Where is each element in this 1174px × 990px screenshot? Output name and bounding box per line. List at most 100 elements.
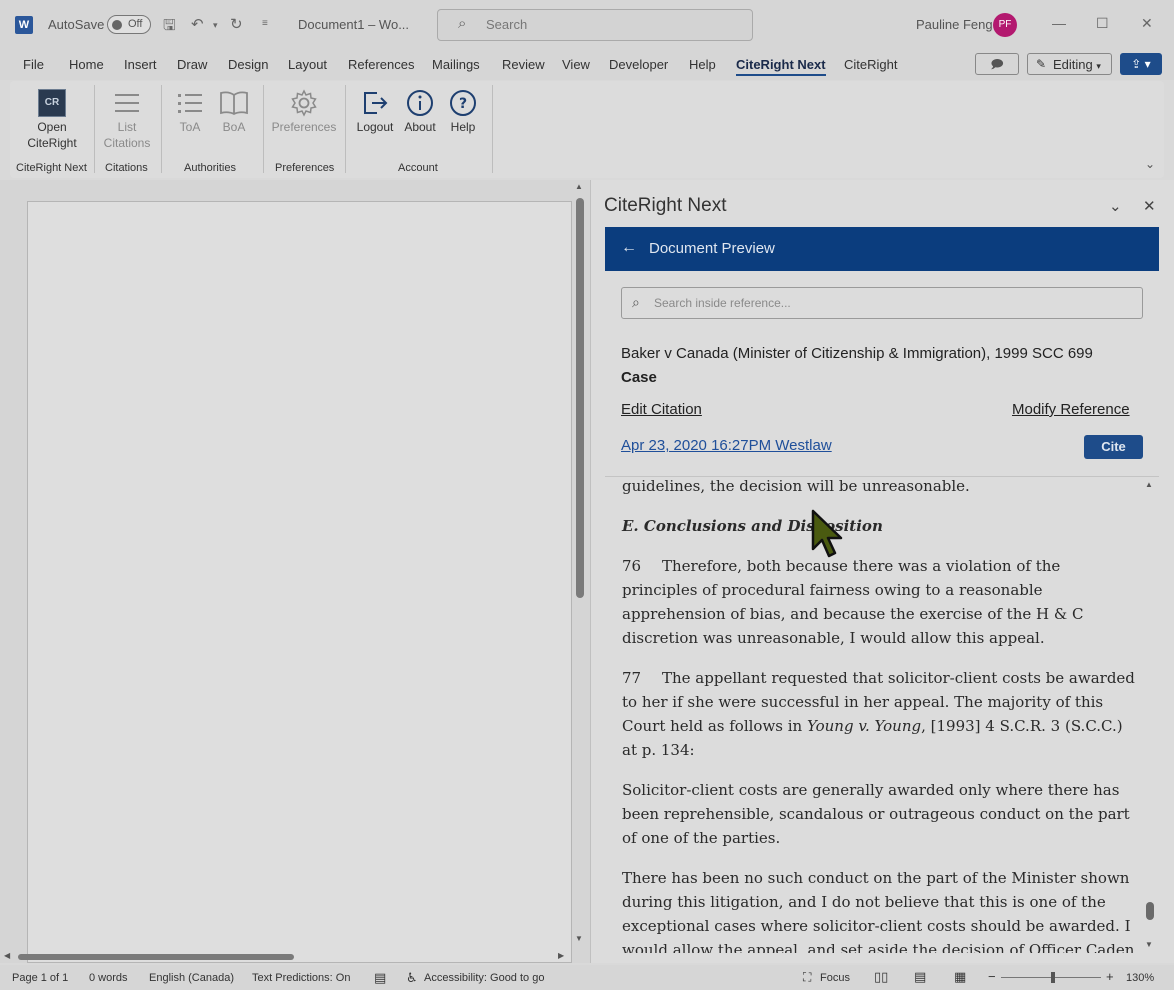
open-citeright-button[interactable]: CR Open CiteRight (16, 87, 88, 151)
tab-mailings[interactable]: Mailings (432, 57, 480, 72)
tab-citeright[interactable]: CiteRight (844, 57, 897, 72)
zoom-level[interactable]: 130% (1126, 972, 1154, 984)
zoom-out-icon[interactable]: − (988, 969, 996, 984)
document-vertical-scrollbar[interactable]: ▲ ▼ (573, 182, 587, 943)
editing-label: Editing (1053, 57, 1093, 72)
preview-paragraph-77: 77 The appellant requested that solicitor… (622, 666, 1137, 762)
print-layout-icon[interactable]: ▤ (914, 969, 926, 985)
tab-citeright-next[interactable]: CiteRight Next (736, 57, 826, 76)
tab-view[interactable]: View (562, 57, 590, 72)
comments-button[interactable]: 🗩 (975, 53, 1019, 75)
pencil-icon: ✎ (1036, 57, 1047, 71)
tab-design[interactable]: Design (228, 57, 268, 72)
track-changes-icon[interactable]: ▤ (374, 970, 386, 986)
close-icon[interactable]: ✕ (1143, 197, 1156, 215)
scroll-down-icon[interactable]: ▼ (575, 934, 583, 943)
back-arrow-icon[interactable]: ← (621, 239, 637, 257)
scroll-thumb[interactable] (576, 198, 584, 598)
accessibility-icon[interactable]: ♿ (406, 970, 418, 986)
cite-button[interactable]: Cite (1084, 435, 1143, 459)
tab-file[interactable]: File (23, 57, 44, 72)
group-separator (161, 85, 162, 173)
zoom-slider-thumb[interactable] (1051, 972, 1055, 983)
web-layout-icon[interactable]: ▦ (954, 969, 966, 985)
source-link[interactable]: Apr 23, 2020 16:27PM Westlaw (621, 437, 832, 454)
scroll-up-icon[interactable]: ▲ (1145, 480, 1153, 489)
header-title: Document Preview (649, 240, 775, 257)
tab-developer[interactable]: Developer (609, 57, 668, 72)
document-horizontal-scrollbar[interactable]: ◀ ▶ (2, 950, 572, 964)
search-placeholder: Search (486, 17, 528, 32)
scroll-left-icon[interactable]: ◀ (4, 951, 10, 960)
redo-icon[interactable]: ↻ (230, 15, 243, 33)
reference-type: Case (621, 369, 657, 386)
edit-citation-link[interactable]: Edit Citation (621, 401, 702, 418)
preview-paragraph: guidelines, the decision will be unreaso… (622, 477, 970, 495)
read-mode-icon[interactable]: ▯▯ (874, 969, 888, 985)
logout-label: Logout (356, 120, 394, 134)
language[interactable]: English (Canada) (149, 972, 234, 984)
group-label-account: Account (398, 162, 438, 174)
undo-icon[interactable]: ↶ (191, 15, 204, 33)
maximize-icon[interactable]: ☐ (1096, 15, 1109, 32)
accessibility-status[interactable]: Accessibility: Good to go (424, 972, 544, 984)
preferences-label: Preferences (271, 120, 337, 134)
help-button[interactable]: ? Help (444, 87, 482, 135)
scroll-thumb[interactable] (18, 954, 294, 960)
citeright-task-pane: CiteRight Next ⌄ ✕ ← Document Preview ⌕ … (590, 180, 1174, 963)
zoom-in-icon[interactable]: + (1106, 969, 1114, 984)
user-name[interactable]: Pauline Feng (916, 17, 993, 32)
toa-label: ToA (179, 120, 201, 134)
modify-reference-link[interactable]: Modify Reference (1012, 401, 1130, 418)
document-title[interactable]: Document1 – Wo... (298, 17, 409, 32)
undo-dropdown-icon[interactable]: ▾ (213, 20, 218, 31)
tab-insert[interactable]: Insert (124, 57, 157, 72)
toa-button[interactable]: ToA (172, 87, 208, 135)
tab-home[interactable]: Home (69, 57, 104, 72)
share-button[interactable]: ⇪ ▾ (1120, 53, 1162, 75)
search-input[interactable]: ⌕ Search (437, 9, 753, 41)
list-citations-button[interactable]: List Citations (98, 87, 156, 151)
scroll-up-icon[interactable]: ▲ (575, 182, 583, 191)
reference-search-input[interactable]: ⌕ Search inside reference... (621, 287, 1143, 319)
page-count[interactable]: Page 1 of 1 (12, 972, 68, 984)
tab-draw[interactable]: Draw (177, 57, 207, 72)
svg-text:?: ? (459, 96, 467, 112)
document-page[interactable] (27, 201, 572, 963)
tab-layout[interactable]: Layout (288, 57, 327, 72)
scroll-down-icon[interactable]: ▼ (1145, 940, 1153, 949)
close-icon[interactable]: ✕ (1141, 15, 1153, 32)
chevron-down-icon[interactable]: ⌄ (1109, 197, 1122, 215)
document-preview[interactable]: guidelines, the decision will be unreaso… (605, 476, 1159, 953)
group-label-authorities: Authorities (184, 162, 236, 174)
ribbon-collapse-icon[interactable]: ⌄ (1145, 157, 1155, 171)
logout-button[interactable]: Logout (353, 87, 397, 135)
save-icon[interactable]: 🖫 (163, 15, 176, 40)
customize-icon[interactable]: ≡ (262, 18, 268, 29)
scroll-thumb[interactable] (1146, 902, 1154, 920)
focus-label[interactable]: Focus (820, 972, 850, 984)
text-predictions[interactable]: Text Predictions: On (252, 972, 350, 984)
editing-mode-button[interactable]: ✎ Editing ▾ (1027, 53, 1112, 75)
about-button[interactable]: About (399, 87, 441, 135)
search-icon: ⌕ (632, 294, 640, 310)
boa-button[interactable]: BoA (216, 87, 252, 135)
scroll-right-icon[interactable]: ▶ (558, 951, 564, 960)
about-label: About (404, 120, 436, 134)
citeright-logo-icon: CR (16, 87, 88, 119)
preview-quote: Solicitor-client costs are generally awa… (622, 781, 1130, 847)
word-count[interactable]: 0 words (89, 972, 128, 984)
list-icon (98, 87, 156, 119)
preview-scrollbar[interactable]: ▲ ▼ (1143, 478, 1157, 951)
tab-review[interactable]: Review (502, 57, 545, 72)
focus-icon[interactable]: ⛶ (803, 970, 811, 985)
avatar[interactable]: PF (993, 13, 1017, 37)
autosave-toggle[interactable]: Off (107, 15, 151, 34)
minimize-icon[interactable]: — (1052, 15, 1066, 31)
boa-label: BoA (222, 120, 246, 134)
list-label-line2: Citations (103, 136, 151, 150)
tab-help[interactable]: Help (689, 57, 716, 72)
tab-references[interactable]: References (348, 57, 414, 72)
preview-heading: E. Conclusions and Disposition (622, 517, 883, 535)
preferences-button[interactable]: Preferences (268, 87, 340, 135)
